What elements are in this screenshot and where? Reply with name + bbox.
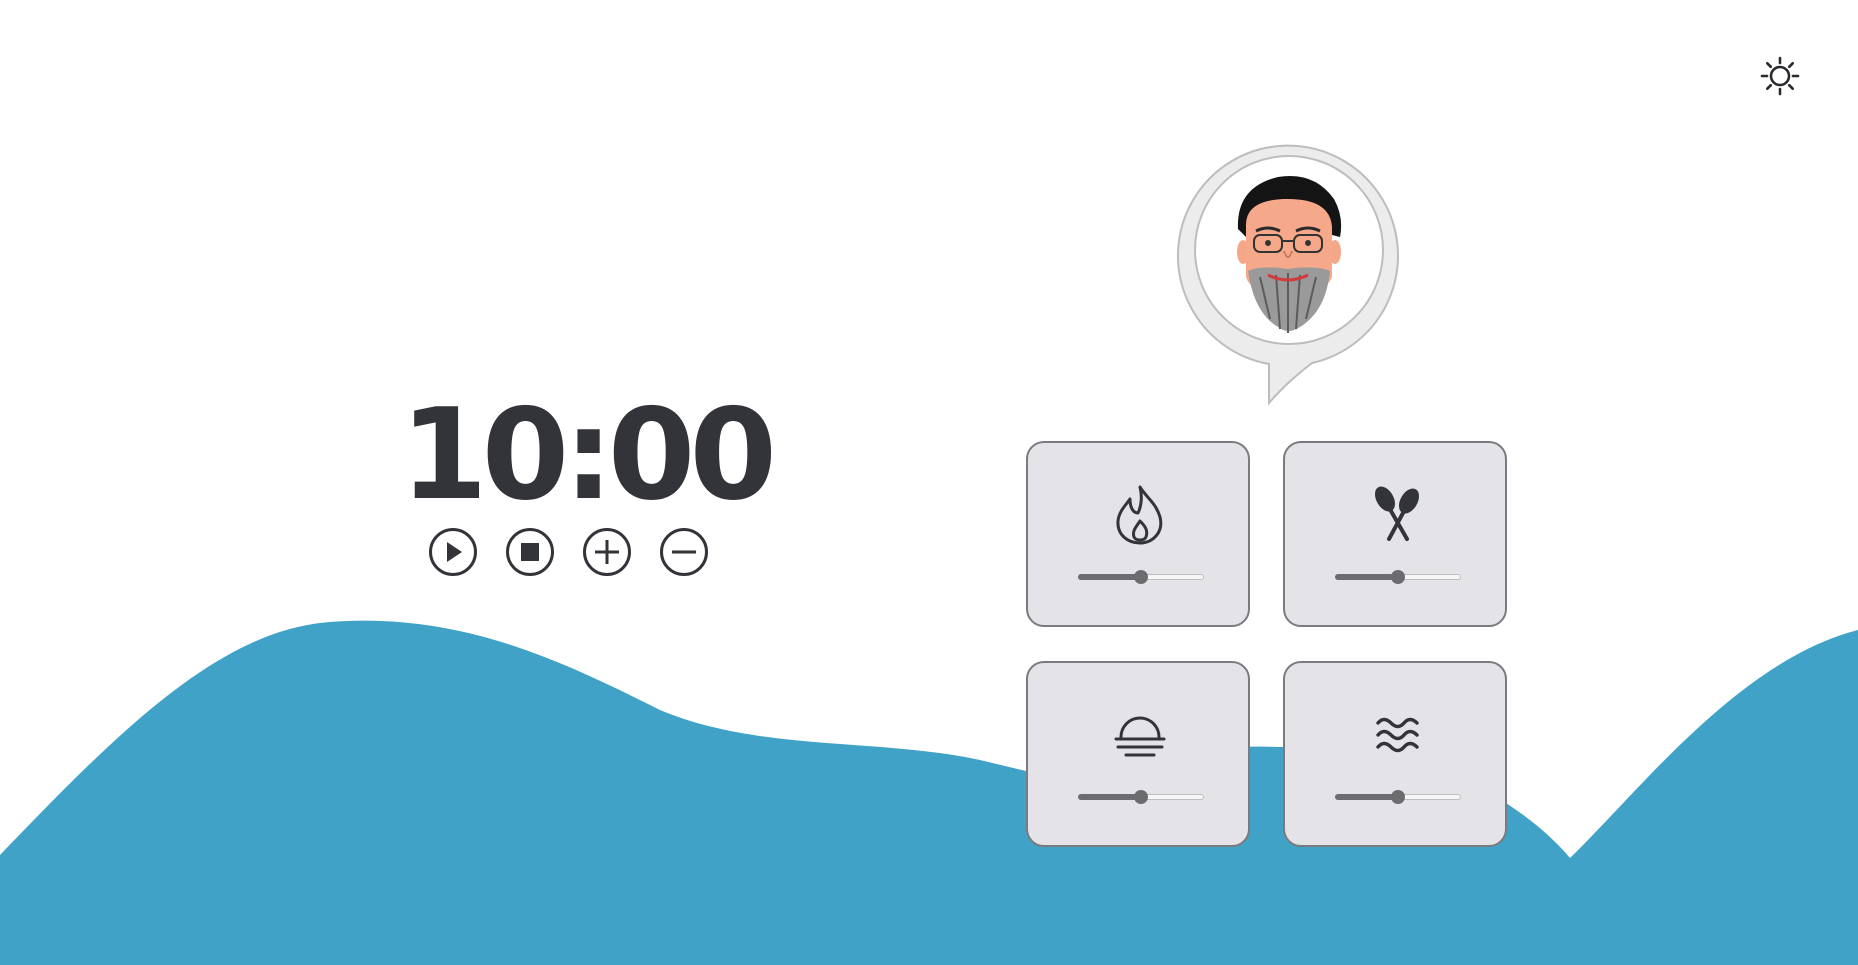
slider-fill xyxy=(1078,794,1141,800)
maracas-icon xyxy=(1375,486,1419,541)
slider-thumb[interactable] xyxy=(1391,570,1405,584)
play-icon xyxy=(429,528,477,576)
background-wave xyxy=(0,620,1858,965)
tile-waves[interactable] xyxy=(1283,661,1507,847)
flame-icon xyxy=(1116,485,1163,545)
stop-button[interactable] xyxy=(505,527,555,577)
sunset-volume-slider[interactable] xyxy=(1078,787,1204,807)
slider-thumb[interactable] xyxy=(1134,790,1148,804)
add-time-button[interactable] xyxy=(582,527,632,577)
theme-toggle-button[interactable] xyxy=(1752,52,1808,108)
sun-icon xyxy=(1760,56,1800,96)
fire-volume-slider[interactable] xyxy=(1078,567,1204,587)
waves-volume-slider[interactable] xyxy=(1335,787,1461,807)
tile-fire[interactable] xyxy=(1026,441,1250,627)
slider-fill xyxy=(1335,794,1398,800)
maracas-volume-slider[interactable] xyxy=(1335,567,1461,587)
wave-shape xyxy=(0,620,1858,965)
speech-bubble-avatar-icon xyxy=(1177,144,1399,406)
plus-icon xyxy=(583,528,631,576)
subtract-time-button[interactable] xyxy=(659,527,709,577)
tile-maracas[interactable] xyxy=(1283,441,1507,627)
sunset-icon xyxy=(1114,716,1166,757)
tile-sunset[interactable] xyxy=(1026,661,1250,847)
waves-icon xyxy=(1376,717,1419,753)
slider-fill xyxy=(1335,574,1398,580)
play-button[interactable] xyxy=(428,527,478,577)
slider-thumb[interactable] xyxy=(1134,570,1148,584)
timer-controls xyxy=(428,527,716,577)
assistant-avatar-button[interactable] xyxy=(1176,137,1402,411)
slider-fill xyxy=(1078,574,1141,580)
minus-icon xyxy=(660,528,708,576)
timer: 10:00 xyxy=(400,381,777,528)
stop-icon xyxy=(506,528,554,576)
timer-display: 10:00 xyxy=(400,381,777,528)
slider-thumb[interactable] xyxy=(1391,790,1405,804)
